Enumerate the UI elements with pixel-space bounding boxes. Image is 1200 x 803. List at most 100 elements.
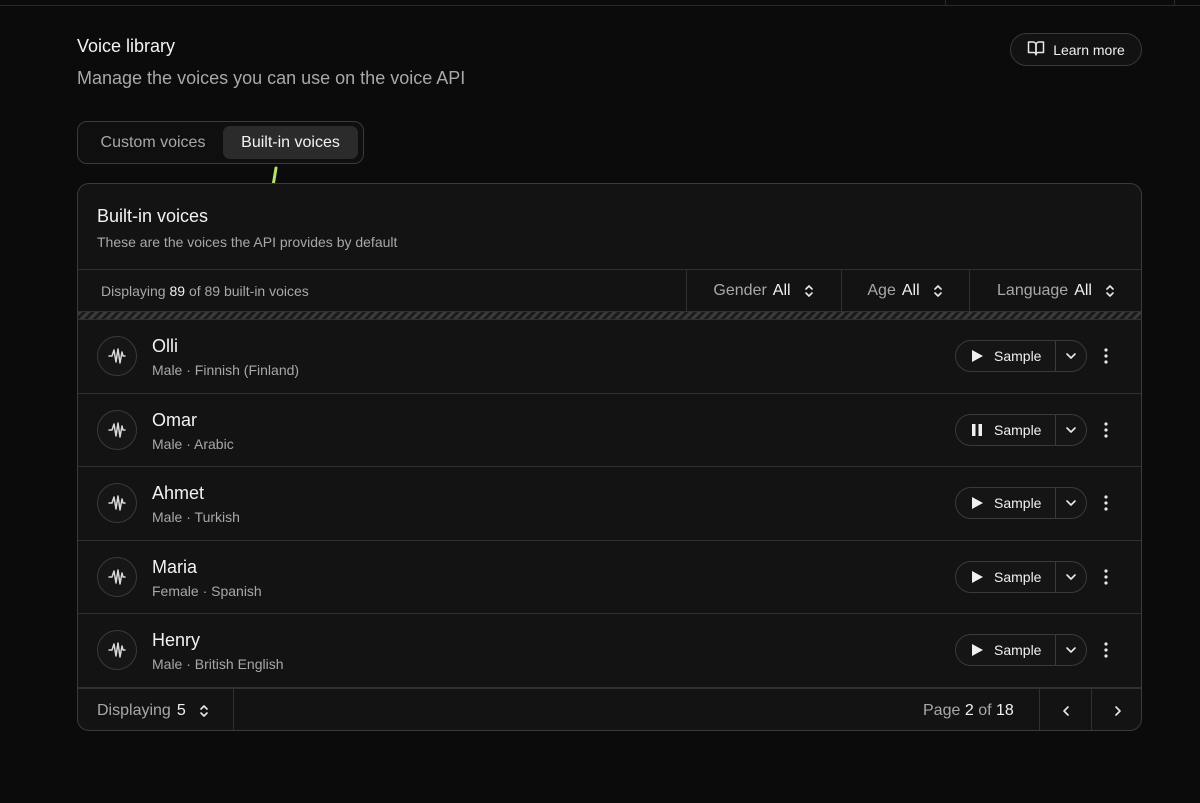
more-options-button[interactable] [1096, 489, 1116, 517]
next-page-button[interactable] [1091, 689, 1141, 730]
voice-tabs: Custom voices Built-in voices [77, 121, 364, 164]
hatch-divider [78, 312, 1141, 320]
filter-value: All [901, 282, 920, 299]
voice-name: Omar [152, 409, 197, 430]
voice-row: Maria Female · Spanish Sample [78, 541, 1141, 615]
sample-label: Sample [994, 642, 1042, 659]
chevron-down-icon [1066, 573, 1076, 580]
waveform-icon [108, 642, 126, 659]
more-options-button[interactable] [1096, 342, 1116, 370]
voice-row: Henry Male · British English Sample [78, 614, 1141, 688]
page-subtitle: Manage the voices you can use on the voi… [77, 68, 466, 88]
book-open-icon [1027, 39, 1045, 60]
filter-label: Language [997, 282, 1069, 299]
sample-options-button[interactable] [1056, 635, 1086, 665]
avatar [97, 483, 137, 524]
play-icon [972, 644, 983, 657]
play-icon [972, 497, 983, 510]
more-options-button[interactable] [1096, 416, 1116, 444]
page-size-value: 5 [176, 701, 186, 719]
waveform-icon [108, 495, 126, 511]
page-size-label: Displaying [97, 701, 171, 719]
voice-meta: Male · Turkish [152, 509, 240, 526]
filter-label: Age [867, 282, 896, 299]
sample-options-button[interactable] [1056, 341, 1086, 371]
voice-name: Ahmet [152, 483, 205, 504]
page-of: of [978, 702, 992, 719]
filter-label: Gender [713, 282, 767, 299]
count-prefix: Displaying [101, 283, 166, 299]
page-total: 18 [995, 702, 1014, 719]
chevron-down-icon [1066, 500, 1076, 506]
chevron-right-icon [1114, 705, 1121, 716]
page-title: Voice library [77, 36, 176, 56]
card-header: Built-in voices These are the voices the… [78, 184, 1141, 270]
avatar [97, 556, 137, 597]
chevron-left-icon [1062, 705, 1069, 716]
learn-more-button[interactable]: Learn more [1010, 33, 1142, 66]
tab-custom-voices[interactable]: Custom voices [83, 126, 223, 159]
page-size-select[interactable]: Displaying 5 [78, 689, 234, 730]
sample-options-button[interactable] [1056, 488, 1086, 518]
waveform-icon [108, 569, 126, 585]
pause-icon [972, 423, 982, 436]
gender-filter[interactable]: Gender All [686, 270, 841, 312]
sample-label: Sample [994, 348, 1042, 364]
pagination-footer: Displaying 5 Page 2 of 18 [78, 688, 1141, 730]
waveform-icon [108, 348, 126, 364]
chevron-up-down-icon [1106, 285, 1114, 297]
avatar [97, 409, 137, 450]
sample-control: Sample [955, 340, 1087, 372]
chevron-up-down-icon [199, 704, 208, 717]
chevron-down-icon [1066, 353, 1076, 359]
voice-count: Displaying 89 of 89 built-in voices [101, 283, 309, 299]
sample-label: Sample [994, 495, 1042, 512]
more-vertical-icon [1104, 348, 1108, 364]
age-filter[interactable]: Age All [841, 270, 969, 312]
more-options-button[interactable] [1096, 563, 1116, 591]
sample-options-button[interactable] [1056, 562, 1086, 592]
voice-meta: Male · Finnish (Finland) [152, 362, 300, 378]
voice-meta: Male · Arabic [152, 435, 234, 452]
card-subtitle: These are the voices the API provides by… [97, 234, 398, 250]
top-divider [1174, 0, 1175, 6]
built-in-voices-card: Built-in voices These are the voices the… [77, 183, 1142, 731]
language-filter[interactable]: Language All [969, 270, 1141, 312]
tab-built-in-voices[interactable]: Built-in voices [223, 126, 358, 159]
filter-bar: Displaying 89 of 89 built-in voices Gend… [78, 270, 1141, 312]
chevron-down-icon [1066, 426, 1076, 433]
avatar [97, 336, 137, 376]
sample-control: Sample [955, 634, 1087, 667]
page-current: 2 [964, 702, 974, 719]
count-shown: 89 [169, 283, 186, 299]
pause-sample-button[interactable]: Sample [956, 414, 1056, 445]
count-suffix: of 89 built-in voices [188, 283, 309, 299]
voice-name: Olli [152, 336, 178, 356]
learn-more-label: Learn more [1053, 41, 1125, 58]
sample-options-button[interactable] [1056, 415, 1086, 445]
more-options-button[interactable] [1096, 636, 1116, 664]
page-indicator: Page 2 of 18 [923, 702, 1014, 720]
play-sample-button[interactable]: Sample [956, 341, 1056, 371]
voice-list: Olli Male · Finnish (Finland) Sample Oma… [78, 320, 1141, 688]
card-title: Built-in voices [97, 206, 209, 226]
play-icon [972, 350, 983, 362]
sample-control: Sample [955, 560, 1087, 593]
previous-page-button[interactable] [1039, 689, 1091, 730]
sample-control: Sample [955, 413, 1087, 446]
play-sample-button[interactable]: Sample [956, 488, 1056, 519]
play-sample-button[interactable]: Sample [956, 561, 1056, 592]
more-vertical-icon [1104, 421, 1108, 438]
filter-value: All [772, 282, 791, 299]
more-vertical-icon [1104, 642, 1108, 658]
play-icon [972, 570, 983, 583]
play-sample-button[interactable]: Sample [956, 635, 1056, 666]
more-vertical-icon [1104, 569, 1108, 585]
waveform-icon [108, 421, 126, 438]
voice-meta: Female · Spanish [152, 582, 262, 599]
more-vertical-icon [1104, 495, 1108, 511]
filter-value: All [1074, 282, 1092, 299]
avatar [97, 630, 137, 671]
voice-row: Omar Male · Arabic Sample [78, 394, 1141, 468]
top-divider [945, 0, 946, 6]
